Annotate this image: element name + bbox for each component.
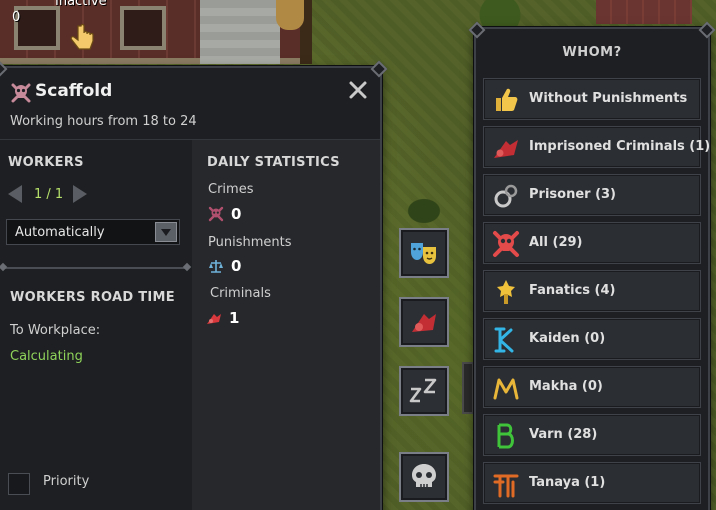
workers-heading: WORKERS <box>8 155 84 170</box>
working-hours-text: Working hours from 18 to 24 <box>10 114 197 129</box>
tanaya-glyph-icon <box>493 474 519 498</box>
workers-count: 1 / 1 <box>34 187 64 202</box>
skull-crossbones-icon <box>493 231 519 257</box>
criminal-icon <box>494 140 518 158</box>
sleep-action-button[interactable] <box>399 366 449 416</box>
whom-option-prisoner[interactable]: Prisoner (3) <box>483 174 701 216</box>
building-info-panel: Scaffold Working hours from 18 to 24 WOR… <box>0 66 382 510</box>
whom-option-label: Imprisoned Criminals (1) <box>529 139 711 154</box>
whom-option-label: Fanatics (4) <box>529 283 616 298</box>
priority-label: Priority <box>43 474 90 489</box>
road-time-heading: WORKERS ROAD TIME <box>10 290 175 305</box>
stat-label-punishments: Punishments <box>208 235 292 250</box>
execution-action-button[interactable] <box>399 452 449 502</box>
whom-option-kaiden[interactable]: Kaiden (0) <box>483 318 701 360</box>
stat-value-punishments: 0 <box>231 257 242 275</box>
stat-value-crimes: 0 <box>231 205 242 223</box>
thumbs-up-icon <box>496 88 518 111</box>
whom-option-label: Varn (28) <box>529 427 598 442</box>
whom-selection-panel: WHOM? Without Punishments Imprisoned Cri… <box>474 27 710 510</box>
priority-checkbox[interactable] <box>8 473 30 495</box>
makha-glyph-icon <box>493 378 519 400</box>
whom-option-label: Prisoner (3) <box>529 187 617 202</box>
masks-icon <box>411 243 436 264</box>
sleep-icon <box>409 378 437 403</box>
to-workplace-label: To Workplace: <box>10 323 101 338</box>
stat-value-criminals: 1 <box>229 309 240 327</box>
dropdown-selected-value: Automatically <box>15 225 105 240</box>
skull-crossbones-icon <box>11 83 31 103</box>
whom-option-label: Makha (0) <box>529 379 603 394</box>
skull-crossbones-icon <box>208 206 224 222</box>
stat-label-crimes: Crimes <box>208 182 254 197</box>
chevron-down-icon[interactable] <box>155 222 177 242</box>
whom-heading: WHOM? <box>562 45 622 60</box>
hand-pointer-icon <box>70 23 94 50</box>
whom-option-without-punishments[interactable]: Without Punishments <box>483 78 701 120</box>
whom-option-imprisoned-criminals[interactable]: Imprisoned Criminals (1) <box>483 126 710 168</box>
whom-option-label: Without Punishments <box>529 91 688 106</box>
bush <box>404 196 444 226</box>
increase-workers-button[interactable] <box>73 185 87 203</box>
kaiden-glyph-icon <box>494 327 514 353</box>
whom-option-all[interactable]: All (29) <box>483 222 701 264</box>
decrease-workers-button[interactable] <box>8 185 22 203</box>
building-status-label: Inactive <box>55 0 107 9</box>
whom-option-label: Kaiden (0) <box>529 331 606 346</box>
whom-option-label: Tanaya (1) <box>529 475 606 490</box>
varn-glyph-icon <box>497 423 514 449</box>
criminals-action-button[interactable] <box>399 297 449 347</box>
stone-path <box>200 0 280 64</box>
building-title: Scaffold <box>35 81 113 101</box>
whom-option-fanatics[interactable]: Fanatics (4) <box>483 270 701 312</box>
scales-icon <box>209 260 223 273</box>
building-roof <box>596 0 692 24</box>
building-window <box>120 6 166 50</box>
whom-option-tanaya[interactable]: Tanaya (1) <box>483 462 701 504</box>
skull-icon <box>412 464 436 487</box>
close-icon[interactable] <box>346 78 370 102</box>
whom-option-makha[interactable]: Makha (0) <box>483 366 701 408</box>
fanatic-icon <box>497 280 515 304</box>
whom-option-varn[interactable]: Varn (28) <box>483 414 701 456</box>
worker-count-indicator: 0 <box>12 10 21 25</box>
stat-label-criminals: Criminals <box>210 286 271 301</box>
criminal-icon <box>207 314 221 324</box>
building-window <box>14 6 60 50</box>
to-workplace-value: Calculating <box>10 349 83 364</box>
fence-post <box>462 362 474 414</box>
section-divider <box>2 267 188 269</box>
daily-statistics-heading: DAILY STATISTICS <box>207 155 340 170</box>
worker-assignment-dropdown[interactable]: Automatically <box>6 219 180 245</box>
whom-option-label: All (29) <box>529 235 583 250</box>
panel-header: Scaffold Working hours from 18 to 24 <box>0 68 380 140</box>
criminal-icon <box>412 314 436 332</box>
shackles-icon <box>494 184 518 208</box>
hanging-sack <box>276 0 304 30</box>
entertainment-action-button[interactable] <box>399 228 449 278</box>
